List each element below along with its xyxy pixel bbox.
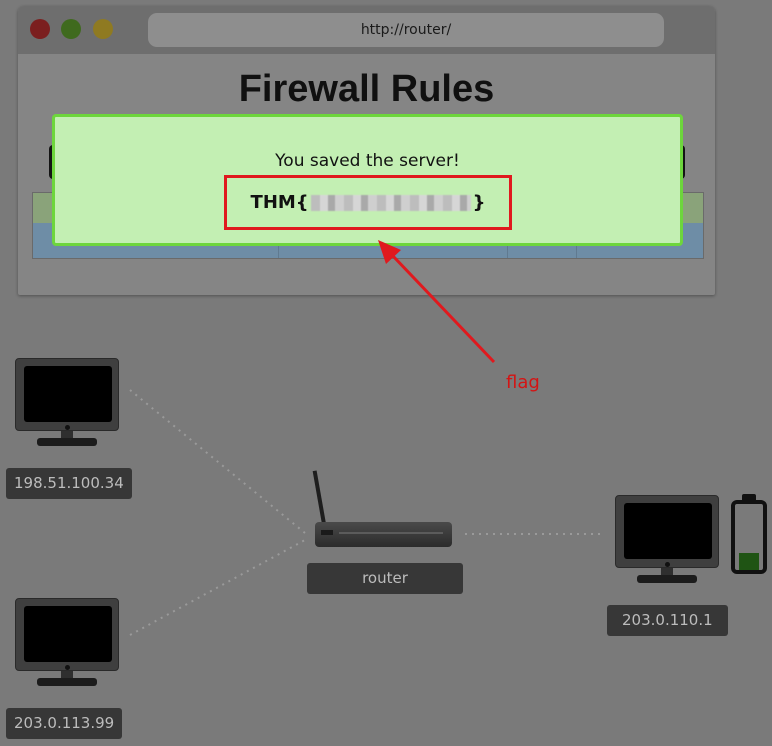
router-icon[interactable] (312, 470, 455, 550)
host-ip-label: 198.51.100.34 (6, 468, 132, 499)
battery-level-fill (739, 553, 759, 570)
link-host2-router (129, 539, 306, 636)
server-ip-label: 203.0.110.1 (607, 605, 728, 636)
computer-icon[interactable] (615, 495, 719, 585)
flag-annotation-label: flag (506, 372, 540, 393)
computer-icon[interactable] (15, 598, 119, 688)
computer-icon[interactable] (15, 358, 119, 448)
link-host1-router (129, 389, 306, 534)
router-label: router (307, 563, 463, 594)
battery-icon (731, 494, 767, 574)
host-ip-label: 203.0.113.99 (6, 708, 123, 739)
